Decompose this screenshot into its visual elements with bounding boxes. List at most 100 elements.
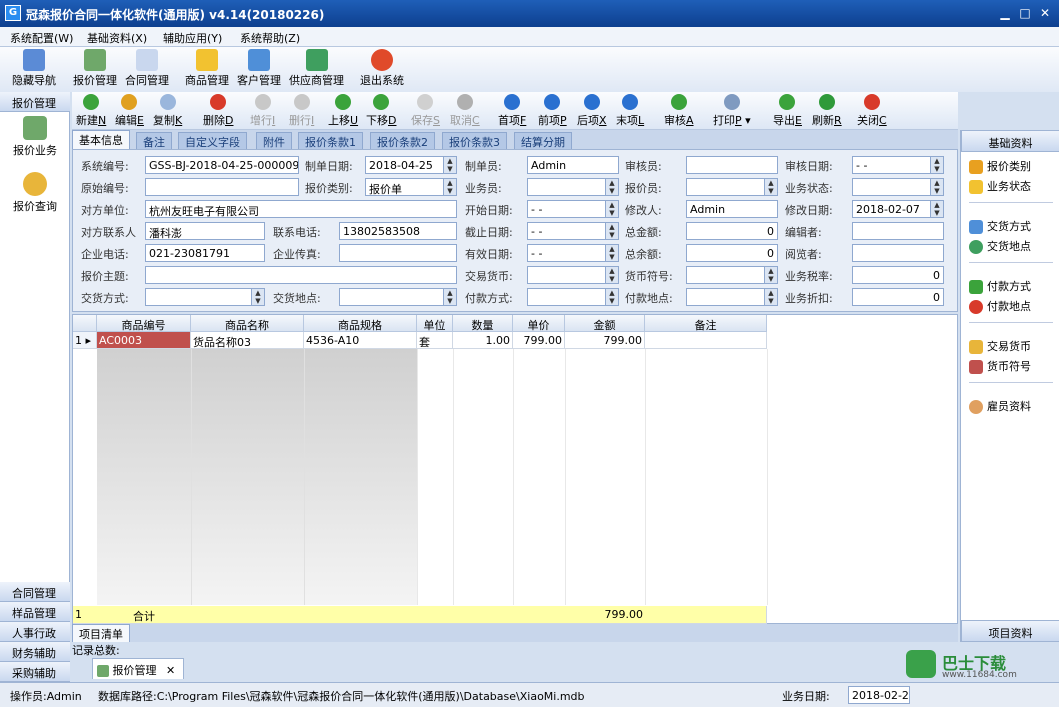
basic-data-header[interactable]: 基础资料 — [961, 130, 1059, 152]
end-date-field[interactable]: - - ▲ ▼ — [527, 222, 619, 240]
prev-record-button[interactable]: 前项P — [538, 94, 567, 128]
corp-fax-field[interactable] — [339, 244, 457, 262]
supplier-mgmt-button[interactable]: 供应商管理 — [289, 49, 344, 88]
dropdown-icon[interactable]: ▲ ▼ — [764, 267, 777, 283]
tab-settlement[interactable]: 结算分期 — [514, 132, 572, 149]
exit-system-button[interactable]: 退出系统 — [360, 49, 404, 88]
spin-icon[interactable]: ▲ ▼ — [605, 223, 618, 239]
dropdown-icon[interactable]: ▲ ▼ — [605, 179, 618, 195]
row-indicator[interactable]: 1 ▸ — [73, 332, 97, 349]
col-header[interactable]: 商品名称 — [191, 315, 304, 332]
rp-currency-symbol[interactable]: 货币符号 — [969, 358, 1031, 374]
modifier-field[interactable]: Admin — [686, 200, 778, 218]
delivery-select[interactable]: ▲ ▼ — [145, 288, 265, 306]
tab-attachments[interactable]: 附件 — [256, 132, 292, 149]
minimize-button[interactable]: ▁ — [996, 5, 1014, 21]
total-field[interactable]: 0 — [686, 222, 778, 240]
cell-amount[interactable]: 799.00 — [565, 332, 645, 349]
close-button[interactable]: 关闭C — [857, 94, 887, 128]
nav-header-quote[interactable]: 报价管理 — [0, 92, 70, 112]
rp-delivery-place[interactable]: 交货地点 — [969, 238, 1031, 254]
col-header[interactable]: 数量 — [453, 315, 513, 332]
biz-date-field[interactable]: 2018-02-26 — [848, 686, 910, 704]
tab-quote-terms-3[interactable]: 报价条款3 — [442, 132, 507, 149]
discount-field[interactable]: 0 — [852, 288, 944, 306]
next-record-button[interactable]: 后项X — [577, 94, 607, 128]
cell-unit[interactable]: 套 — [417, 332, 453, 349]
col-header[interactable]: 商品编号 — [97, 315, 191, 332]
dropdown-icon[interactable]: ▲ ▼ — [251, 289, 264, 305]
maximize-button[interactable]: □ — [1016, 5, 1034, 21]
close-window-button[interactable]: ✕ — [1036, 5, 1054, 21]
subject-field[interactable] — [145, 266, 457, 284]
menu-system-help[interactable]: 系统帮助(Z) — [240, 30, 300, 46]
add-row-button[interactable]: 增行I — [250, 94, 275, 128]
quote-mgmt-button[interactable]: 报价管理 — [73, 49, 117, 88]
spin-icon[interactable]: ▲ ▼ — [930, 201, 943, 217]
contract-mgmt-button[interactable]: 合同管理 — [125, 49, 169, 88]
dropdown-icon[interactable]: ▲ ▼ — [605, 289, 618, 305]
nav-header-purchase[interactable]: 采购辅助 — [0, 662, 70, 682]
spin-icon[interactable]: ▲ ▼ — [930, 157, 943, 173]
audit-date-field[interactable]: - - ▲ ▼ — [852, 156, 944, 174]
quoter-select[interactable]: ▲ ▼ — [686, 178, 778, 196]
rp-biz-status[interactable]: 业务状态 — [969, 178, 1031, 194]
balance-field[interactable]: 0 — [686, 244, 778, 262]
delete-row-button[interactable]: 删行I — [289, 94, 314, 128]
tab-basic-info[interactable]: 基本信息 — [72, 130, 130, 149]
tax-field[interactable]: 0 — [852, 266, 944, 284]
move-down-button[interactable]: 下移D — [366, 94, 396, 128]
rp-pay-method[interactable]: 付款方式 — [969, 278, 1031, 294]
cancel-button[interactable]: 取消C — [450, 94, 480, 128]
delivery-place-select[interactable]: ▲ ▼ — [339, 288, 457, 306]
tab-item-list[interactable]: 项目清单 — [72, 624, 130, 642]
audit-button[interactable]: 审核A — [664, 94, 694, 128]
last-record-button[interactable]: 末项L — [616, 94, 644, 128]
new-button[interactable]: 新建N — [76, 94, 106, 128]
cell-price[interactable]: 799.00 — [513, 332, 565, 349]
tab-custom-fields[interactable]: 自定义字段 — [178, 132, 247, 149]
spin-icon[interactable]: ▲ ▼ — [605, 201, 618, 217]
menu-basic-data[interactable]: 基础资料(X) — [87, 30, 147, 46]
menu-system-config[interactable]: 系统配置(W) — [10, 30, 73, 46]
modify-date-field[interactable]: 2018-02-07 ▲ ▼ — [852, 200, 944, 218]
export-button[interactable]: 导出E — [773, 94, 802, 128]
col-header[interactable]: 备注 — [645, 315, 767, 332]
doc-tab-quote[interactable]: 报价管理 ✕ — [92, 658, 184, 679]
dropdown-icon[interactable]: ▲ ▼ — [764, 289, 777, 305]
copy-button[interactable]: 复制K — [153, 94, 182, 128]
cell-note[interactable] — [645, 332, 767, 349]
edit-button[interactable]: 编辑E — [115, 94, 144, 128]
pay-place-select[interactable]: ▲ ▼ — [686, 288, 778, 306]
dropdown-icon[interactable]: ▲ ▼ — [443, 289, 456, 305]
rp-delivery-method[interactable]: 交货方式 — [969, 218, 1031, 234]
save-button[interactable]: 保存S — [411, 94, 440, 128]
sys-no-field[interactable]: GSS-BJ-2018-04-25-000009 — [145, 156, 299, 174]
party-field[interactable]: 杭州友旺电子有限公司 — [145, 200, 457, 218]
item-data-header[interactable]: 项目资料 — [961, 620, 1059, 642]
dropdown-icon[interactable]: ▲ ▼ — [443, 179, 456, 195]
currency-select[interactable]: ▲ ▼ — [527, 266, 619, 284]
start-date-field[interactable]: - - ▲ ▼ — [527, 200, 619, 218]
currency-sym-select[interactable]: ▲ ▼ — [686, 266, 778, 284]
cell-qty[interactable]: 1.00 — [453, 332, 513, 349]
contact-field[interactable]: 潘科澎 — [145, 222, 265, 240]
print-button[interactable]: 打印P ▾ — [713, 94, 751, 128]
refresh-button[interactable]: 刷新R — [812, 94, 842, 128]
customer-mgmt-button[interactable]: 客户管理 — [237, 49, 281, 88]
tab-quote-terms-2[interactable]: 报价条款2 — [370, 132, 435, 149]
col-header[interactable]: 商品规格 — [304, 315, 417, 332]
col-header[interactable]: 单位 — [417, 315, 453, 332]
nav-header-sample[interactable]: 样品管理 — [0, 602, 70, 622]
delete-button[interactable]: 删除D — [203, 94, 233, 128]
spin-icon[interactable]: ▲ ▼ — [443, 157, 456, 173]
orig-no-field[interactable] — [145, 178, 299, 196]
valid-date-field[interactable]: - - ▲ ▼ — [527, 244, 619, 262]
editor-field[interactable] — [852, 222, 944, 240]
dropdown-icon[interactable]: ▲ ▼ — [930, 179, 943, 195]
cell-code[interactable]: AC0003 — [97, 332, 191, 349]
spin-icon[interactable]: ▲ ▼ — [605, 245, 618, 261]
auditor-field[interactable] — [686, 156, 778, 174]
rp-employee[interactable]: 雇员资料 — [969, 398, 1031, 414]
cell-spec[interactable]: 4536-A10 — [304, 332, 417, 349]
